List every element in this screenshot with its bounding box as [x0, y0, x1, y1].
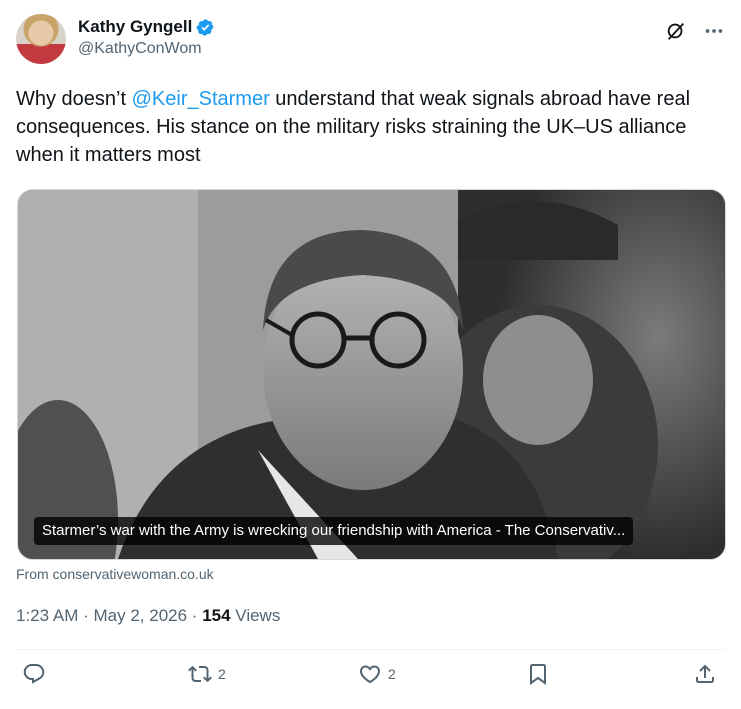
author-name[interactable]: Kathy Gyngell	[78, 17, 192, 37]
views-count: 154	[202, 606, 231, 625]
name-row: Kathy Gyngell	[78, 17, 215, 37]
action-bar: 2 2	[16, 662, 725, 698]
link-card-title[interactable]: Starmer’s war with the Army is wrecking …	[34, 517, 634, 545]
tweet-header: Kathy Gyngell @KathyConWom	[16, 14, 725, 66]
bookmark-button[interactable]	[526, 662, 550, 686]
author-block: Kathy Gyngell @KathyConWom	[78, 17, 215, 58]
divider	[16, 649, 725, 650]
link-card-image[interactable]: Starmer’s war with the Army is wrecking …	[17, 189, 726, 560]
avatar[interactable]	[16, 14, 66, 64]
repost-icon	[188, 665, 212, 683]
share-icon	[696, 664, 714, 683]
like-button[interactable]: 2	[358, 662, 396, 686]
views-label: Views	[235, 606, 281, 625]
more-icon[interactable]	[703, 20, 725, 42]
meta-separator: ·	[191, 606, 203, 625]
like-icon	[359, 665, 381, 684]
like-count: 2	[388, 666, 396, 682]
mention-link[interactable]: @Keir_Starmer	[132, 88, 270, 110]
reply-button[interactable]	[22, 662, 46, 686]
reply-icon	[23, 664, 45, 684]
meta-separator: ·	[83, 606, 94, 625]
news-photo	[18, 190, 725, 559]
bookmark-icon	[530, 664, 546, 685]
share-button[interactable]	[693, 662, 717, 686]
verified-badge-icon	[196, 18, 214, 36]
link-source[interactable]: From conservativewoman.co.uk	[16, 566, 214, 582]
tweet-text-part: Why doesn’t	[16, 88, 132, 110]
tweet-time[interactable]: 1:23 AM	[16, 606, 78, 625]
top-actions	[665, 20, 725, 42]
author-handle[interactable]: @KathyConWom	[78, 40, 215, 58]
tweet-meta: 1:23 AM · May 2, 2026 · 154 Views	[16, 606, 280, 626]
tweet-text: Why doesn’t @Keir_Starmer understand tha…	[16, 85, 716, 169]
repost-button[interactable]: 2	[188, 662, 226, 686]
grok-icon[interactable]	[665, 20, 687, 42]
repost-count: 2	[218, 666, 226, 682]
tweet-date[interactable]: May 2, 2026	[94, 606, 188, 625]
